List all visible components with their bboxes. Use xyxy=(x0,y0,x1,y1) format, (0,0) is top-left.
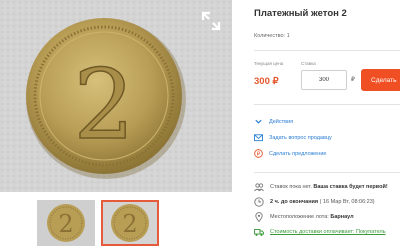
coin-digit: 2 xyxy=(73,49,134,161)
time-left-info: 2 ч. до окончания ( 16 Мар Вт, 08:06:23) xyxy=(254,197,375,207)
location-info: Местоположение лота: Барнаул xyxy=(254,212,354,222)
bids-text: Ставок пока нет. xyxy=(270,184,312,190)
location-value: Барнаул xyxy=(330,214,354,220)
lot-title: Платежный жетон 2 xyxy=(254,8,347,19)
time-left: 2 ч. до окончания xyxy=(270,199,319,205)
delivery-info: Стоимость доставки оплачивает: Покупател… xyxy=(254,227,386,237)
actions-label: Действия xyxy=(269,118,294,125)
end-date: ( 16 Мар Вт, 08:06:23) xyxy=(319,199,375,205)
delivery-text[interactable]: Стоимость доставки оплачивает: Покупател… xyxy=(270,229,386,235)
ask-seller-label: Задать вопрос продавцу xyxy=(269,134,332,141)
make-offer-label: Сделать предложение xyxy=(269,150,327,157)
expand-icon[interactable] xyxy=(200,10,222,32)
svg-text:₽: ₽ xyxy=(257,152,261,158)
bid-input[interactable] xyxy=(301,70,347,90)
main-photo[interactable]: 2 xyxy=(0,0,232,192)
ask-seller-link[interactable]: Задать вопрос продавцу xyxy=(254,133,332,142)
lot-quantity: Количество: 1 xyxy=(254,33,290,39)
coin-image: 2 xyxy=(0,0,232,192)
truck-icon xyxy=(254,229,264,236)
current-price-label: Текущая цена xyxy=(254,61,284,66)
thumbnail-strip: 2 2 xyxy=(37,200,159,246)
svg-text:2: 2 xyxy=(58,210,73,238)
divider xyxy=(254,104,400,105)
thumbnail-2[interactable]: 2 xyxy=(101,200,159,246)
bid-label: Ставка xyxy=(301,61,316,66)
location-pin-icon xyxy=(255,212,263,222)
divider xyxy=(254,172,400,173)
thumbnail-1[interactable]: 2 xyxy=(37,200,95,246)
lot-page: 2 2 2 Платежный жетон 2 Количество: 1 Те… xyxy=(0,0,400,250)
make-offer-link[interactable]: ₽ Сделать предложение xyxy=(254,149,326,158)
actions-dropdown[interactable]: Действия xyxy=(254,117,293,126)
offer-icon: ₽ xyxy=(254,149,263,158)
current-price: 300 ₽ xyxy=(254,76,279,87)
place-bid-button[interactable]: Сделать xyxy=(361,69,400,91)
svg-text:2: 2 xyxy=(122,210,137,238)
location-label: Местоположение лота: xyxy=(270,214,329,220)
user-group-icon xyxy=(254,183,264,192)
first-bid-text: Ваша ставка будет первой! xyxy=(313,184,388,190)
divider xyxy=(254,50,400,51)
bids-info: Ставок пока нет. Ваша ставка будет перво… xyxy=(254,182,388,192)
mail-icon xyxy=(254,134,263,142)
chevron-down-icon xyxy=(255,119,262,124)
lot-info-panel: Платежный жетон 2 Количество: 1 Текущая … xyxy=(246,0,400,250)
currency-symbol: ₽ xyxy=(351,77,355,83)
clock-icon xyxy=(254,197,264,207)
